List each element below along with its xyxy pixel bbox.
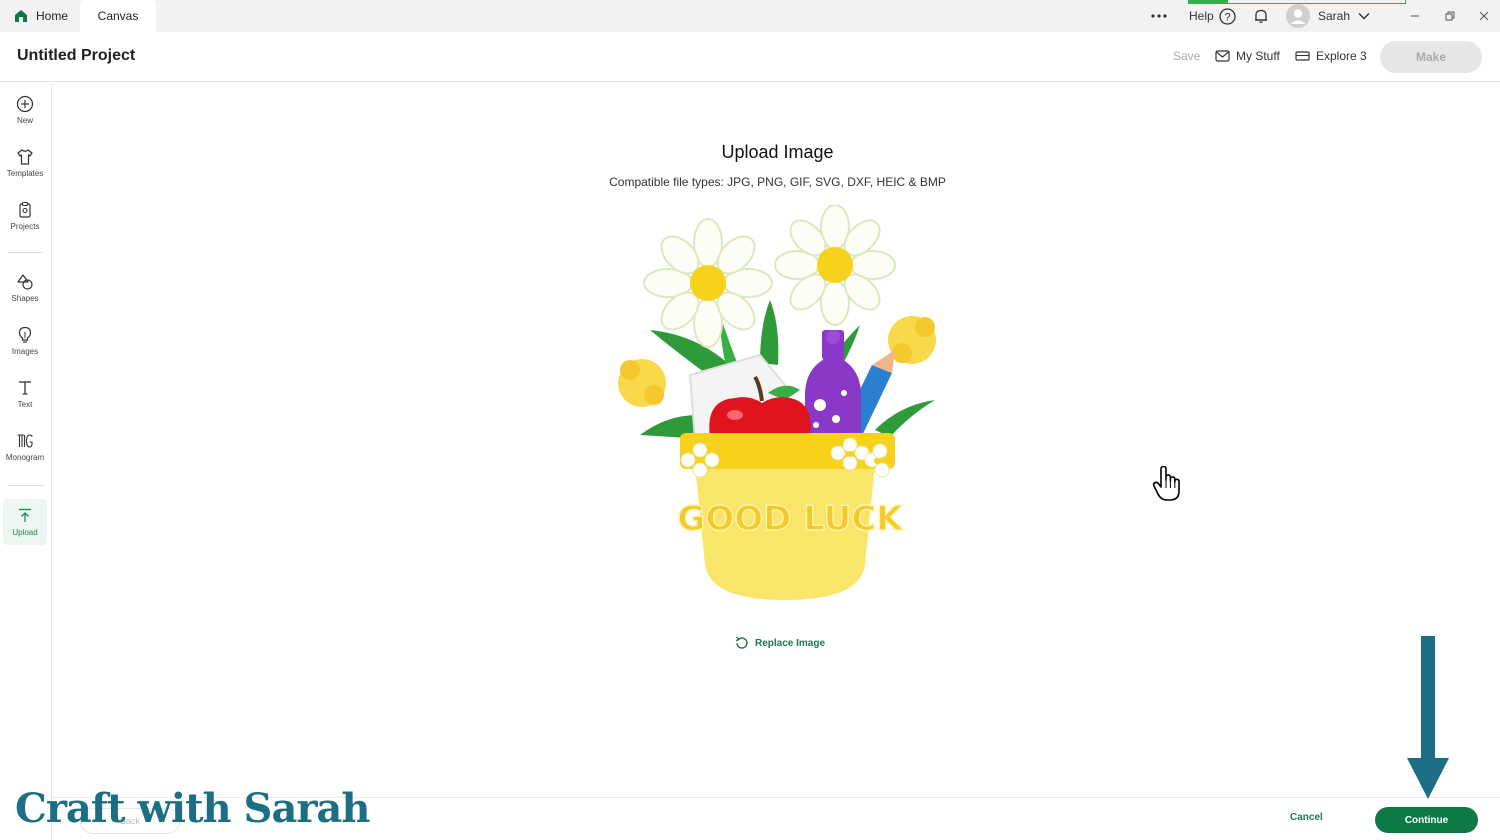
sidebar-item-label: Images bbox=[11, 347, 39, 356]
more-horizontal-icon bbox=[1151, 14, 1167, 18]
sidebar-item-label: New bbox=[16, 116, 33, 125]
restore-button[interactable] bbox=[1445, 0, 1455, 32]
sidebar-item-images[interactable]: Images bbox=[3, 318, 47, 364]
daisy-left bbox=[643, 218, 773, 348]
yellow-flower-left bbox=[618, 359, 666, 407]
sidebar-divider bbox=[8, 485, 44, 486]
sidebar-item-label: Upload bbox=[12, 528, 38, 537]
continue-button[interactable]: Continue bbox=[1375, 807, 1478, 833]
window-tab-bar: Home Canvas Help ? Sarah bbox=[0, 0, 1500, 32]
more-options-button[interactable] bbox=[1150, 0, 1168, 32]
mail-icon bbox=[1215, 50, 1230, 62]
machine-selector[interactable]: Explore 3 bbox=[1295, 49, 1367, 63]
sidebar-item-upload[interactable]: Upload bbox=[3, 499, 47, 545]
notifications-button[interactable] bbox=[1253, 0, 1269, 32]
help-button[interactable]: Help ? bbox=[1189, 0, 1236, 32]
tab-home-label: Home bbox=[36, 9, 69, 23]
avatar-icon bbox=[1286, 4, 1310, 28]
yellow-flower-right bbox=[888, 316, 936, 364]
save-label: Save bbox=[1173, 49, 1201, 63]
bell-icon bbox=[1255, 9, 1267, 24]
sidebar-item-projects[interactable]: Projects bbox=[3, 193, 47, 239]
sidebar-divider bbox=[8, 252, 44, 253]
daisy-right bbox=[774, 205, 896, 326]
help-label: Help bbox=[1189, 9, 1214, 23]
close-window-button[interactable] bbox=[1479, 0, 1489, 32]
machine-icon bbox=[1295, 50, 1310, 61]
tab-canvas-label: Canvas bbox=[97, 9, 139, 23]
upload-icon bbox=[19, 508, 31, 522]
potion-bottle bbox=[805, 330, 861, 435]
plus-circle-icon bbox=[16, 95, 34, 113]
machine-label: Explore 3 bbox=[1316, 49, 1367, 63]
uploaded-image-preview: GOOD LUCK bbox=[618, 205, 936, 600]
sidebar-item-new[interactable]: New bbox=[3, 87, 47, 133]
user-name: Sarah bbox=[1318, 9, 1351, 23]
restore-icon bbox=[1445, 11, 1455, 21]
tab-canvas[interactable]: Canvas bbox=[80, 0, 156, 32]
shapes-icon bbox=[17, 274, 33, 290]
project-header: Untitled Project Save My Stuff Explore 3… bbox=[0, 32, 1500, 82]
clipboard-icon bbox=[19, 201, 31, 218]
save-button[interactable]: Save bbox=[1173, 49, 1200, 63]
sidebar-item-label: Shapes bbox=[11, 294, 39, 303]
replace-image-button[interactable]: Replace Image bbox=[734, 635, 825, 651]
upload-title: Upload Image bbox=[721, 142, 834, 162]
refresh-icon bbox=[735, 636, 748, 649]
sidebar-item-label: Projects bbox=[10, 222, 40, 231]
cancel-button[interactable]: Cancel bbox=[1290, 812, 1323, 823]
user-menu[interactable]: Sarah bbox=[1286, 0, 1370, 32]
project-title[interactable]: Untitled Project bbox=[17, 47, 135, 65]
down-arrow-annotation bbox=[1407, 636, 1449, 799]
help-circle-icon: ? bbox=[1219, 7, 1236, 25]
home-icon bbox=[15, 10, 27, 22]
monogram-icon bbox=[17, 434, 33, 448]
flower-pot: GOOD LUCK bbox=[677, 433, 905, 600]
close-icon bbox=[1479, 11, 1489, 21]
svg-text:?: ? bbox=[1224, 11, 1230, 23]
chevron-down-icon bbox=[1358, 13, 1370, 20]
sidebar-item-monogram[interactable]: Monogram bbox=[3, 424, 47, 470]
minimize-icon bbox=[1411, 15, 1419, 17]
replace-image-label: Replace Image bbox=[755, 637, 826, 649]
sidebar-item-label: Monogram bbox=[5, 453, 45, 462]
sidebar-item-text[interactable]: Text bbox=[3, 371, 47, 417]
tab-home[interactable]: Home bbox=[0, 0, 80, 32]
hand-cursor-icon bbox=[1152, 466, 1180, 501]
text-t-icon bbox=[19, 381, 31, 395]
lightbulb-icon bbox=[18, 326, 32, 343]
make-button[interactable]: Make bbox=[1380, 41, 1482, 73]
my-stuff-label: My Stuff bbox=[1236, 49, 1280, 63]
left-sidebar: New Templates Projects Shapes Images Tex… bbox=[0, 83, 52, 840]
watermark-logo: Craft with Sarah bbox=[15, 785, 370, 832]
sidebar-item-label: Text bbox=[17, 400, 33, 409]
minimize-button[interactable] bbox=[1410, 0, 1420, 32]
pot-lettering: GOOD LUCK bbox=[677, 499, 904, 539]
sidebar-item-shapes[interactable]: Shapes bbox=[3, 265, 47, 311]
compatible-file-types: Compatible file types: JPG, PNG, GIF, SV… bbox=[609, 175, 946, 189]
my-stuff-button[interactable]: My Stuff bbox=[1215, 49, 1280, 63]
